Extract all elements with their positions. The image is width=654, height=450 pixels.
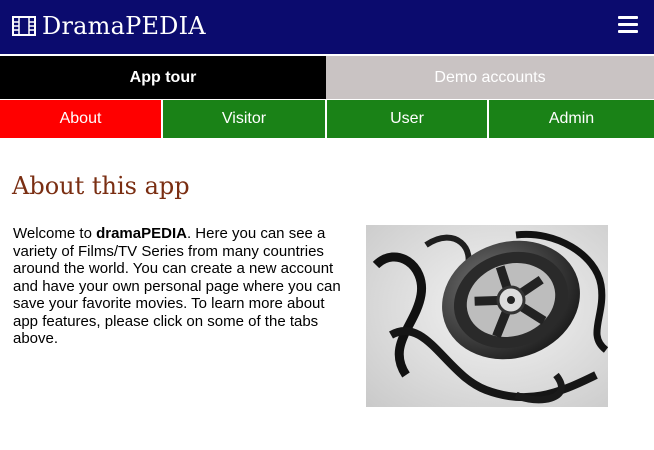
intro-text-rest: . Here you can see a variety of Films/TV…	[13, 225, 341, 347]
film-icon	[12, 16, 36, 36]
top-navbar: DramaPEDIA	[0, 0, 654, 54]
intro-text: Welcome to dramaPEDIA. Here you can see …	[13, 225, 343, 348]
film-reel-photo	[366, 225, 608, 407]
subtab-admin[interactable]: Admin	[489, 100, 654, 138]
main-tabs: App tour Demo accounts	[0, 56, 654, 99]
subtab-about[interactable]: About	[0, 100, 163, 138]
brand-logo[interactable]: DramaPEDIA	[12, 9, 206, 43]
subtab-user[interactable]: User	[327, 100, 489, 138]
intro-text-start: Welcome to	[13, 225, 97, 242]
subtab-visitor[interactable]: Visitor	[163, 100, 327, 138]
app-name-bold: dramaPEDIA	[96, 225, 187, 242]
tab-demo-accounts[interactable]: Demo accounts	[326, 56, 654, 99]
brand-name: DramaPEDIA	[42, 12, 206, 40]
hamburger-menu-icon[interactable]	[618, 16, 638, 34]
page-title: About this app	[12, 172, 190, 200]
tab-app-tour[interactable]: App tour	[0, 56, 326, 99]
sub-tabs: About Visitor User Admin	[0, 99, 654, 138]
